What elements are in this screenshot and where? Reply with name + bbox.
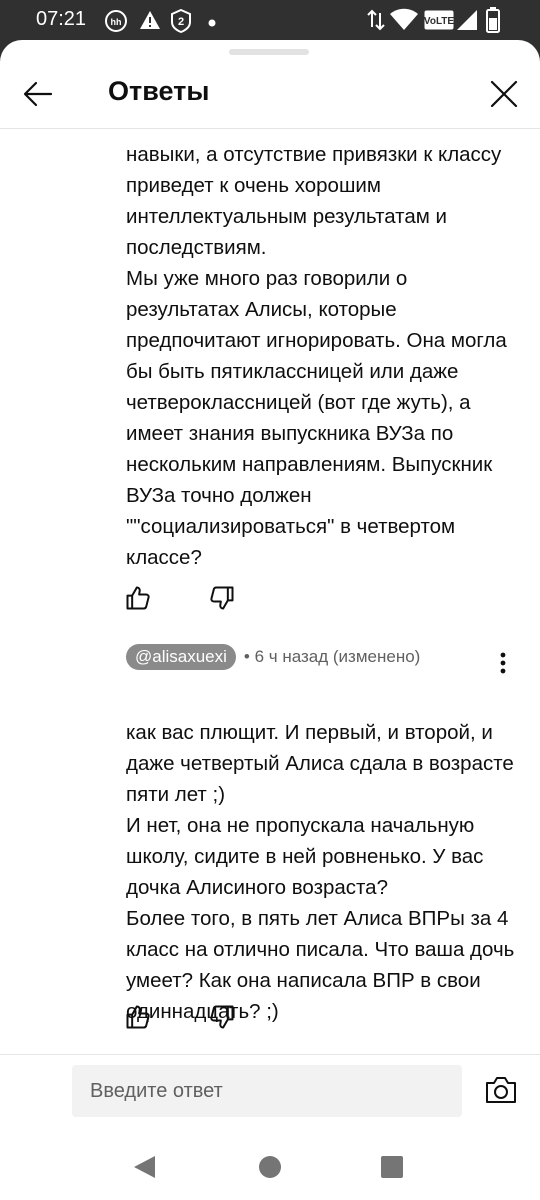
comment-text: как вас плющит. И первый, и второй, и да… (126, 717, 518, 1027)
comment-paragraph: И нет, она не пропускала начальную школу… (126, 814, 484, 899)
nav-home-button[interactable] (254, 1151, 286, 1183)
svg-text:2: 2 (178, 16, 184, 28)
thumbs-down-icon (210, 1005, 234, 1029)
volte-icon: VoLTE (424, 10, 454, 35)
thumbs-up-icon (126, 1005, 150, 1029)
svg-text:VoLTE: VoLTE (424, 16, 454, 27)
sheet-header: Ответы (0, 58, 540, 129)
signal-icon (456, 8, 478, 37)
status-time: 07:21 (36, 8, 87, 30)
close-button[interactable] (482, 72, 526, 116)
camera-button[interactable] (481, 1070, 521, 1110)
comment-text: навыки, а отсутствие привязки к классу п… (126, 139, 518, 573)
page-title: Ответы (108, 76, 210, 106)
dot-icon (207, 15, 217, 33)
comment-paragraph: навыки, а отсутствие привязки к классу п… (126, 143, 502, 259)
svg-text:hh: hh (111, 17, 122, 27)
nav-recents-icon (381, 1156, 403, 1178)
badge-2-icon: 2 (170, 8, 192, 38)
drag-handle[interactable] (229, 49, 309, 55)
dislike-button[interactable] (208, 1003, 236, 1031)
thumbs-up-icon (126, 586, 150, 610)
comment-paragraph: Более того, в пять лет Алиса ВПРы за 4 к… (126, 907, 515, 1023)
arrow-left-icon (23, 81, 53, 107)
comment-paragraph: Мы уже много раз говорили о результатах … (126, 267, 507, 569)
replies-sheet: Ответы навыки, а отсутствие привязки к к… (0, 40, 540, 1134)
nav-back-button[interactable] (128, 1151, 160, 1183)
like-button[interactable] (124, 1003, 152, 1031)
clipped-line (126, 129, 506, 130)
like-button[interactable] (124, 584, 152, 612)
status-bar: 07:21 hh 2 VoLTE (0, 0, 540, 40)
more-vert-icon (500, 652, 506, 674)
data-arrows-icon (366, 9, 386, 36)
hh-icon: hh (104, 9, 128, 38)
wifi-icon (390, 8, 418, 37)
author-chip[interactable]: @alisaxuexi (126, 644, 236, 670)
camera-icon (486, 1077, 516, 1103)
more-options-button[interactable] (488, 646, 518, 680)
comment-meta: @alisaxuexi • 6 ч назад (изменено) (126, 642, 466, 672)
nav-home-icon (259, 1156, 281, 1178)
nav-recents-button[interactable] (376, 1151, 408, 1183)
dislike-button[interactable] (208, 584, 236, 612)
divider (0, 1054, 540, 1055)
comment-paragraph: как вас плющит. И первый, и второй, и да… (126, 721, 514, 806)
battery-icon (486, 7, 500, 38)
thumbs-down-icon (210, 586, 234, 610)
reply-input[interactable] (72, 1065, 462, 1117)
warning-icon (139, 9, 161, 36)
replies-list[interactable]: навыки, а отсутствие привязки к классу п… (0, 129, 540, 1054)
nav-back-icon (134, 1156, 155, 1178)
close-icon (490, 80, 518, 108)
back-button[interactable] (16, 72, 60, 116)
navigation-bar (0, 1134, 540, 1200)
comment-timestamp: • 6 ч назад (изменено) (243, 647, 421, 666)
